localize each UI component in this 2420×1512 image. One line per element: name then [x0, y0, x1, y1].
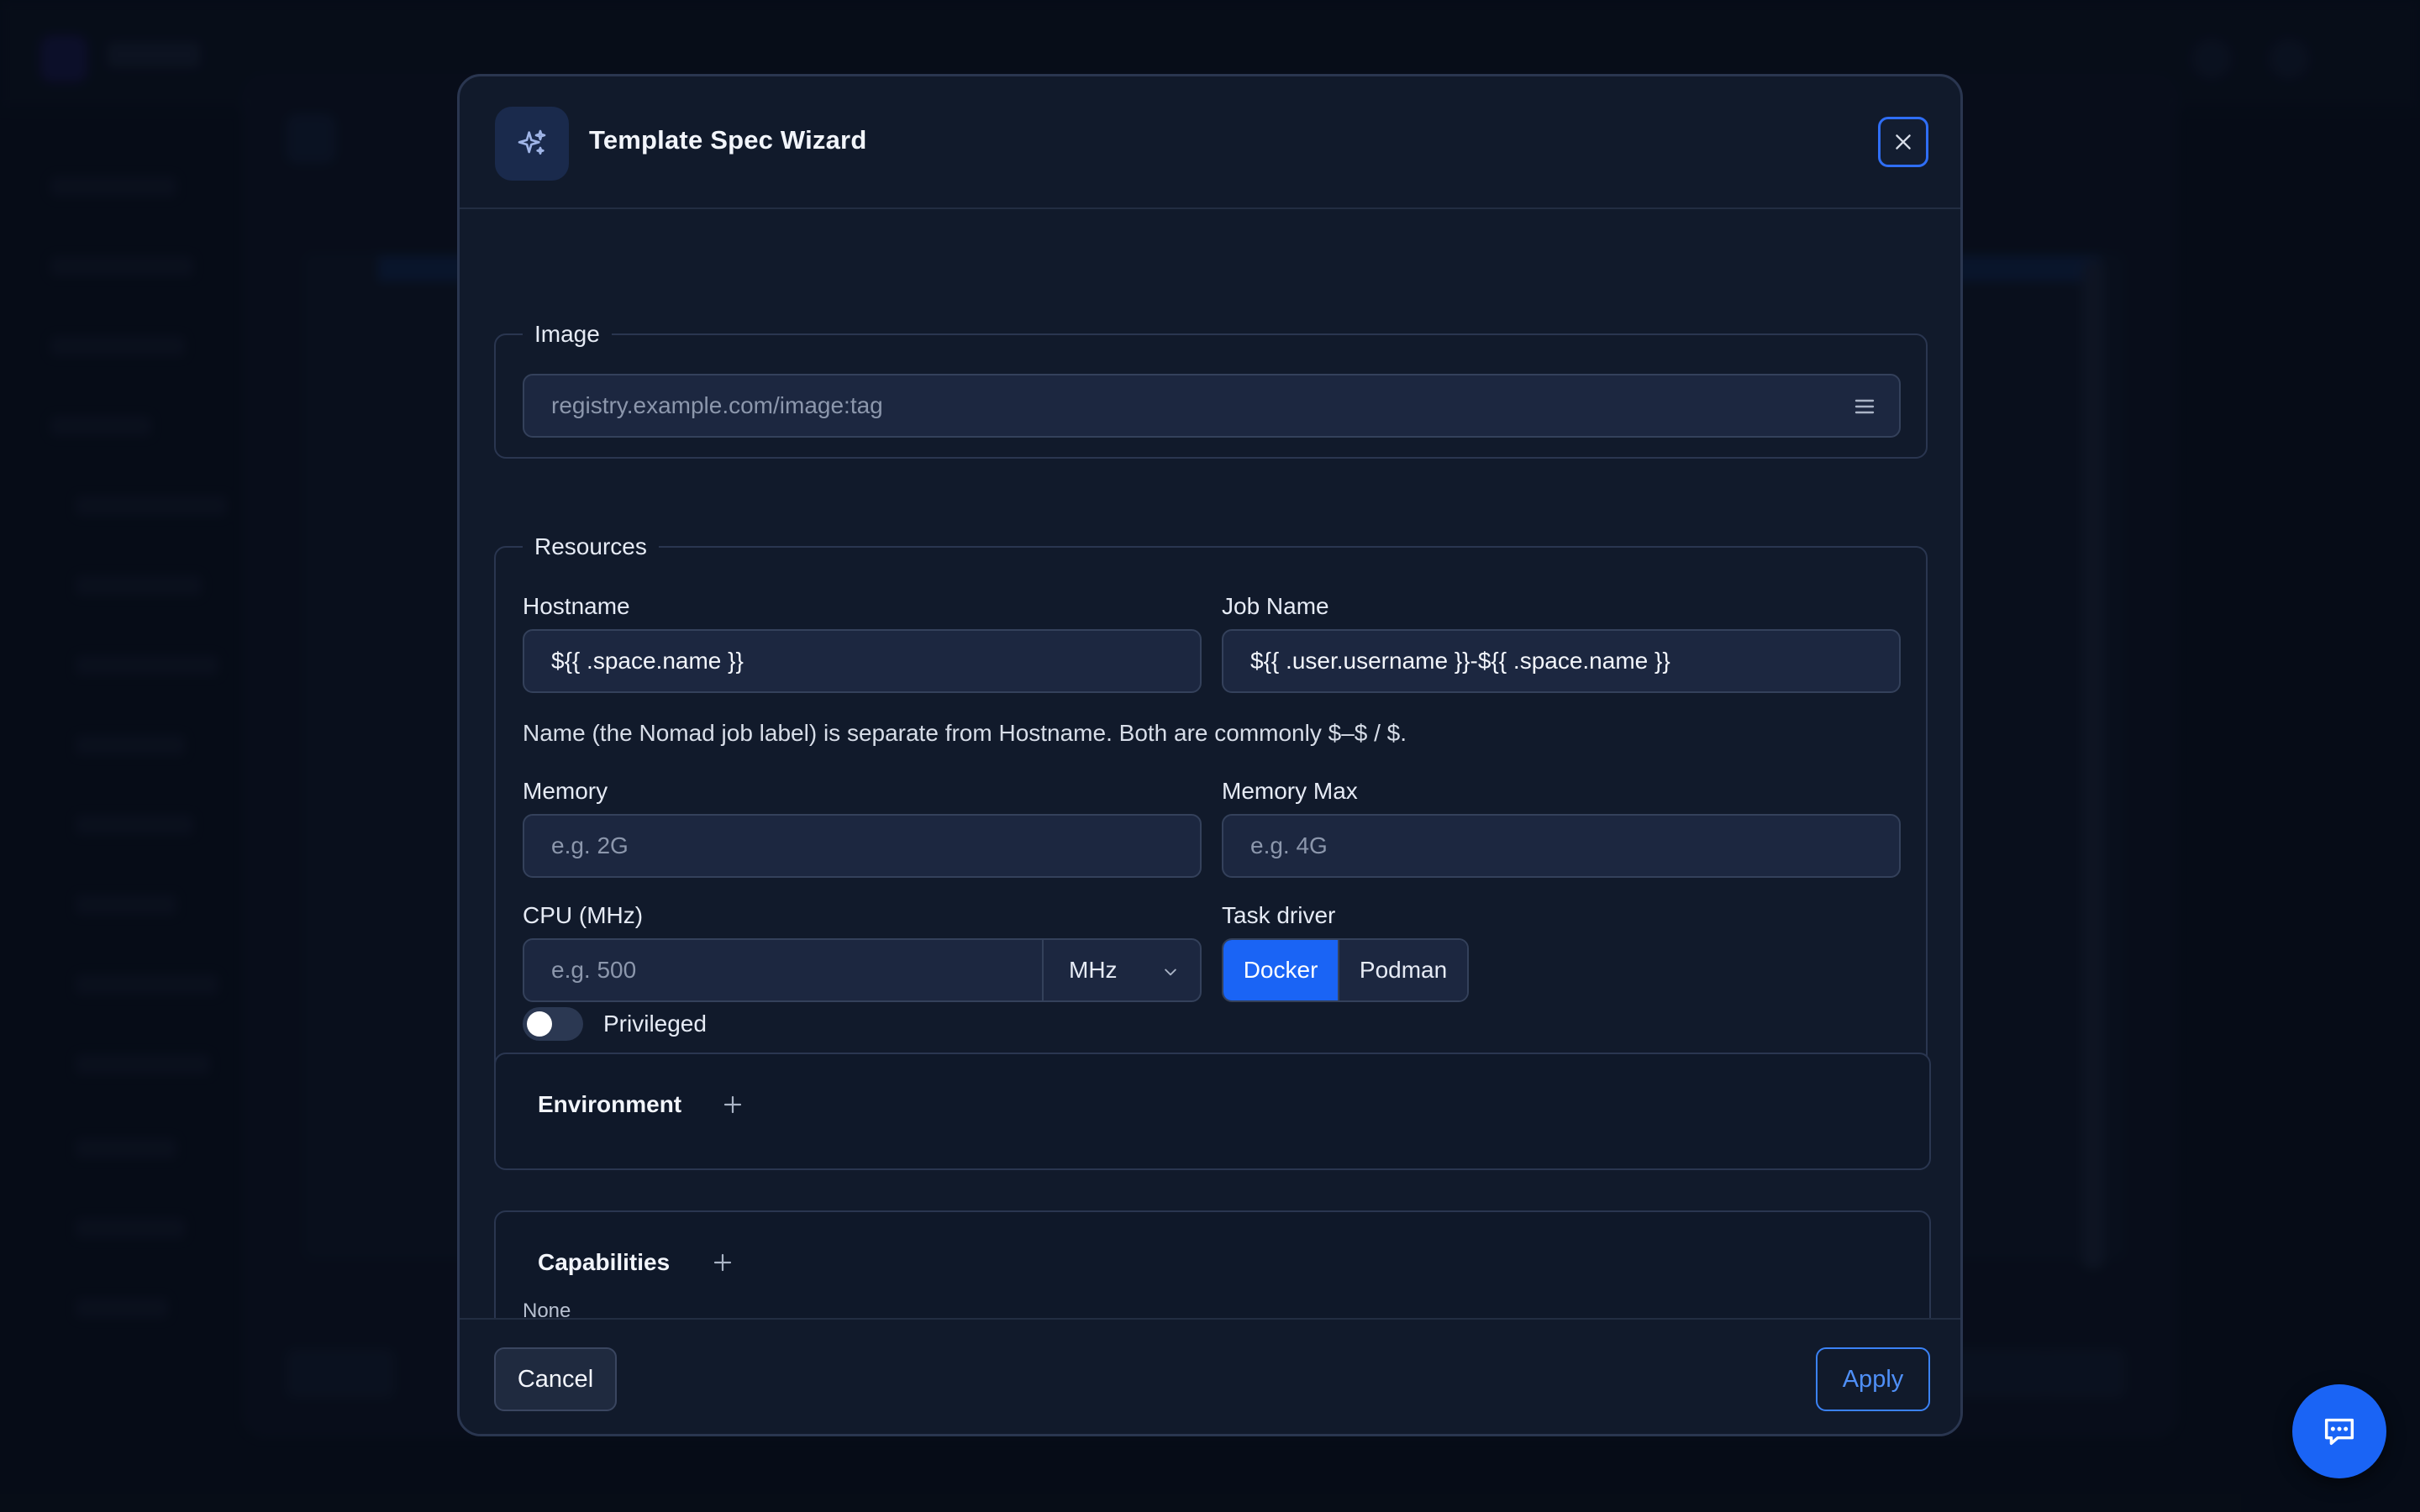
plus-icon	[713, 1253, 732, 1272]
list-icon[interactable]	[1854, 396, 1876, 423]
plus-icon	[723, 1095, 742, 1114]
resources-section: Resources	[494, 533, 1928, 1088]
environment-section: Environment	[494, 1053, 1931, 1170]
cpu-unit-value: MHz	[1069, 957, 1118, 983]
cpu-unit-select[interactable]: MHz	[1042, 938, 1202, 1002]
memory-label: Memory	[523, 778, 608, 804]
memory-placeholder: e.g. 2G	[551, 832, 629, 858]
job-name-value: ${{ .user.username }}-${{ .space.name }}	[1250, 648, 1670, 674]
memory-max-placeholder: e.g. 4G	[1250, 832, 1328, 858]
add-environment-button[interactable]	[718, 1089, 748, 1120]
job-name-hint: Name (the Nomad job label) is separate f…	[523, 720, 1407, 746]
cpu-placeholder: e.g. 500	[551, 957, 637, 983]
template-spec-wizard-modal: Template Spec Wizard Image registry.exam…	[457, 74, 1963, 1436]
modal-title: Template Spec Wizard	[589, 125, 867, 155]
memory-max-label: Memory Max	[1222, 778, 1358, 804]
memory-input[interactable]: e.g. 2G	[523, 814, 1202, 878]
task-driver-podman[interactable]: Podman	[1338, 940, 1467, 1000]
hostname-label: Hostname	[523, 593, 630, 619]
environment-title: Environment	[538, 1091, 682, 1117]
apply-button[interactable]: Apply	[1816, 1347, 1930, 1411]
capabilities-title: Capabilities	[538, 1249, 671, 1275]
task-driver-docker[interactable]: Docker	[1223, 940, 1339, 1000]
cpu-input[interactable]: e.g. 500	[523, 938, 1044, 1002]
close-icon	[1896, 134, 1911, 150]
add-capability-button[interactable]	[708, 1247, 738, 1278]
privileged-label: Privileged	[603, 1011, 707, 1037]
privileged-toggle[interactable]	[523, 1007, 583, 1041]
image-input-placeholder: registry.example.com/image:tag	[551, 392, 883, 418]
memory-max-input[interactable]: e.g. 4G	[1222, 814, 1901, 878]
sparkles-icon	[495, 107, 569, 181]
modal-header: Template Spec Wizard	[460, 76, 1960, 209]
chat-icon	[2324, 1418, 2354, 1446]
job-name-input[interactable]: ${{ .user.username }}-${{ .space.name }}	[1222, 629, 1901, 693]
task-driver-segmented: Docker Podman	[1222, 938, 1469, 1002]
cancel-button[interactable]: Cancel	[494, 1347, 617, 1411]
hostname-value: ${{ .space.name }}	[551, 648, 744, 674]
cpu-label: CPU (MHz)	[523, 902, 644, 928]
chevron-down-icon	[1165, 969, 1176, 976]
job-name-label: Job Name	[1222, 593, 1329, 619]
close-button[interactable]	[1878, 117, 1928, 167]
privileged-toggle-knob	[527, 1011, 552, 1037]
image-input[interactable]: registry.example.com/image:tag	[523, 374, 1901, 438]
chat-button[interactable]	[2292, 1384, 2386, 1478]
hostname-input[interactable]: ${{ .space.name }}	[523, 629, 1202, 693]
resources-section-legend: Resources	[534, 533, 647, 559]
modal-footer: Cancel Apply	[460, 1318, 1960, 1434]
image-section-legend: Image	[534, 321, 600, 347]
task-driver-label: Task driver	[1222, 902, 1336, 928]
